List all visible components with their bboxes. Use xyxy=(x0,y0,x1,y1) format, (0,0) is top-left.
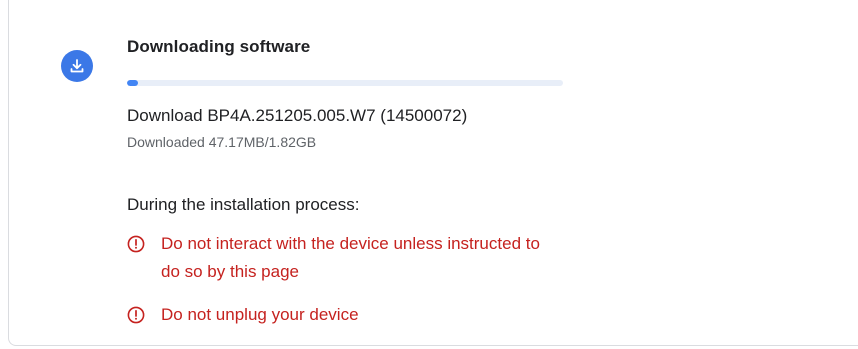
installation-heading: During the installation process: xyxy=(127,195,360,214)
warning-text: Do not unplug your device xyxy=(161,305,359,324)
alert-circle-icon xyxy=(127,301,147,329)
download-arrow-glyph xyxy=(70,59,84,73)
warning-text: Do not interact with the device unless i… xyxy=(161,234,540,281)
alert-circle-icon xyxy=(127,230,147,258)
download-progress-bar xyxy=(127,80,563,86)
download-icon xyxy=(61,50,93,82)
status-title: Downloading software xyxy=(127,37,311,56)
build-label: Download BP4A.251205.005.W7 (14500072) xyxy=(127,106,468,125)
download-progress-fill xyxy=(127,80,139,86)
download-size-text: Downloaded 47.17MB/1.82GB xyxy=(127,134,317,150)
warning-item-interact: Do not interact with the device unless i… xyxy=(127,230,561,286)
warning-item-unplug: Do not unplug your device xyxy=(127,301,561,329)
download-status-card: Downloading software Download BP4A.25120… xyxy=(8,0,858,346)
